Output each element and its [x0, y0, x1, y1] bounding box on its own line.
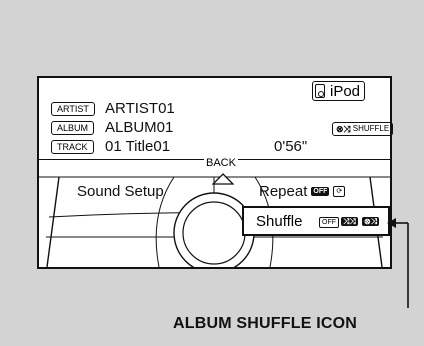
- album-shuffle-icon: ⊗⤨: [362, 217, 380, 226]
- album-value: ALBUM01: [105, 119, 174, 136]
- album-shuffle-mini-icon: ⊗⤨: [336, 124, 351, 134]
- menu-item-repeat[interactable]: Repeat OFF ⟳: [259, 183, 346, 200]
- album-tag: ALBUM: [51, 121, 95, 135]
- repeat-off-badge: OFF: [311, 187, 330, 196]
- audio-display-screen: iPod ARTIST ARTIST01 ALBUM ALBUM01 ⊗⤨ SH…: [37, 76, 394, 269]
- shuffle-indicator-label: SHUFFLE: [352, 124, 390, 133]
- source-badge: iPod: [312, 81, 366, 101]
- artist-tag: ARTIST: [51, 102, 95, 116]
- elapsed-time: 0'56": [274, 138, 308, 155]
- shuffle-status-badge: ⊗⤨ SHUFFLE: [332, 122, 394, 136]
- repeat-label: Repeat: [259, 183, 308, 200]
- shuffle-off-badge: OFF: [319, 217, 339, 228]
- track-info-area: iPod ARTIST ARTIST01 ALBUM ALBUM01 ⊗⤨ SH…: [39, 78, 394, 159]
- track-tag: TRACK: [51, 140, 94, 154]
- shuffle-label: Shuffle: [256, 213, 303, 230]
- source-label: iPod: [330, 82, 361, 100]
- shuffle-icon: ⤨⤨: [341, 217, 358, 226]
- ipod-icon: [315, 84, 325, 98]
- back-arrow-icon[interactable]: [212, 173, 234, 185]
- back-label[interactable]: BACK: [204, 157, 238, 169]
- repeat-icon: ⟳: [333, 186, 346, 197]
- callout-label: ALBUM SHUFFLE ICON: [173, 315, 358, 332]
- menu-item-shuffle[interactable]: Shuffle OFF ⤨⤨ ⊗⤨: [242, 206, 390, 236]
- track-value: 01 Title01: [105, 138, 171, 155]
- menu-item-sound-setup[interactable]: Sound Setup: [77, 183, 164, 200]
- callout-pointer: [387, 218, 409, 308]
- artist-value: ARTIST01: [105, 100, 175, 117]
